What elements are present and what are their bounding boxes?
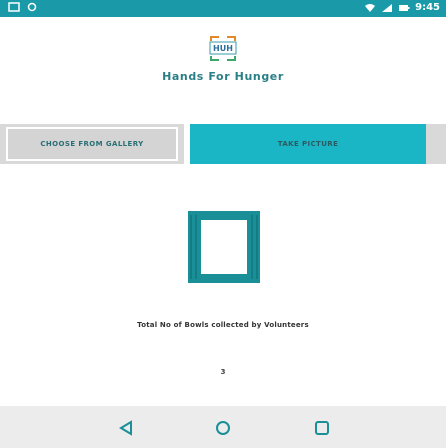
bowls-collected-value: 3 [220, 368, 226, 376]
choose-from-gallery-button[interactable]: Choose from gallery [0, 124, 184, 164]
home-icon[interactable] [213, 418, 233, 438]
logo-text: HUH [213, 44, 233, 53]
signal-icon [382, 3, 393, 12]
status-bar-left [8, 2, 38, 12]
take-picture-button[interactable]: Take picture [190, 124, 426, 164]
back-icon[interactable] [116, 418, 136, 438]
app-title: Hands For Hunger [162, 70, 284, 83]
status-bar-right: 9:45 [364, 2, 440, 13]
bowls-collected-label: Total No of Bowls collected by Volunteer… [137, 321, 309, 329]
recents-icon[interactable] [312, 418, 332, 438]
hands-logo-icon: HUH [209, 36, 237, 61]
image-preview [188, 211, 260, 283]
gallery-button-inner: Choose from gallery [6, 127, 178, 161]
wifi-icon [365, 3, 376, 12]
gallery-button-label: Choose from gallery [40, 140, 144, 148]
status-time: 9:45 [415, 2, 440, 13]
status-bar: 9:45 [0, 0, 446, 17]
action-buttons: Choose from gallery Take picture [0, 124, 446, 164]
image-placeholder-icon [188, 211, 260, 283]
sim-icon [8, 2, 20, 12]
circle-icon [27, 2, 37, 12]
battery-icon [399, 4, 410, 11]
navigation-bar [0, 406, 446, 448]
app-logo: HUH [207, 33, 239, 65]
take-picture-label: Take picture [277, 140, 339, 148]
button-row-filler [426, 124, 446, 164]
